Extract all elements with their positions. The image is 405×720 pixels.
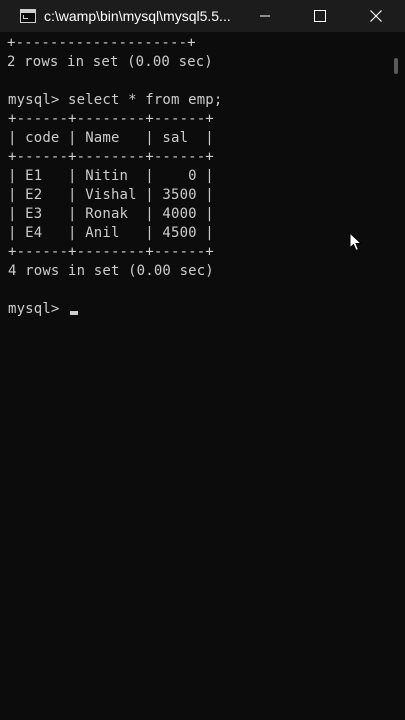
window-title: c:\wamp\bin\mysql\mysql5.5... — [44, 8, 231, 24]
terminal-line: | code | Name | sal | — [8, 130, 214, 146]
terminal-output[interactable]: +--------------------+ 2 rows in set (0.… — [0, 32, 390, 720]
title-bar[interactable]: c:\wamp\bin\mysql\mysql5.5... — [0, 0, 405, 32]
close-icon — [370, 10, 382, 22]
console-icon — [20, 9, 36, 23]
terminal-line: | E1 | Nitin | 0 | — [8, 168, 214, 184]
maximize-icon — [314, 10, 326, 22]
text-cursor — [70, 311, 78, 315]
scroll-thumb[interactable] — [394, 58, 398, 74]
terminal-line: mysql> select * from emp; — [8, 92, 223, 108]
terminal-line: +------+--------+------+ — [8, 149, 214, 165]
scrollbar[interactable] — [390, 32, 405, 720]
console-window: c:\wamp\bin\mysql\mysql5.5... +---------… — [0, 0, 405, 720]
terminal-line: | E3 | Ronak | 4000 | — [8, 206, 214, 222]
terminal-line: | E2 | Vishal | 3500 | — [8, 187, 214, 203]
minimize-button[interactable] — [242, 0, 288, 32]
minimize-icon — [260, 15, 270, 17]
mouse-pointer-icon — [349, 232, 363, 252]
terminal-line: +--------------------+ — [7, 35, 196, 51]
terminal-line: | E4 | Anil | 4500 | — [8, 225, 214, 241]
terminal-line: +------+--------+------+ — [8, 111, 214, 127]
terminal-line: 4 rows in set (0.00 sec) — [8, 263, 214, 279]
maximize-button[interactable] — [297, 0, 343, 32]
terminal-line: 2 rows in set (0.00 sec) — [7, 54, 213, 70]
terminal-line: +------+--------+------+ — [8, 244, 214, 260]
close-button[interactable] — [353, 0, 399, 32]
terminal-prompt: mysql> — [8, 301, 69, 317]
